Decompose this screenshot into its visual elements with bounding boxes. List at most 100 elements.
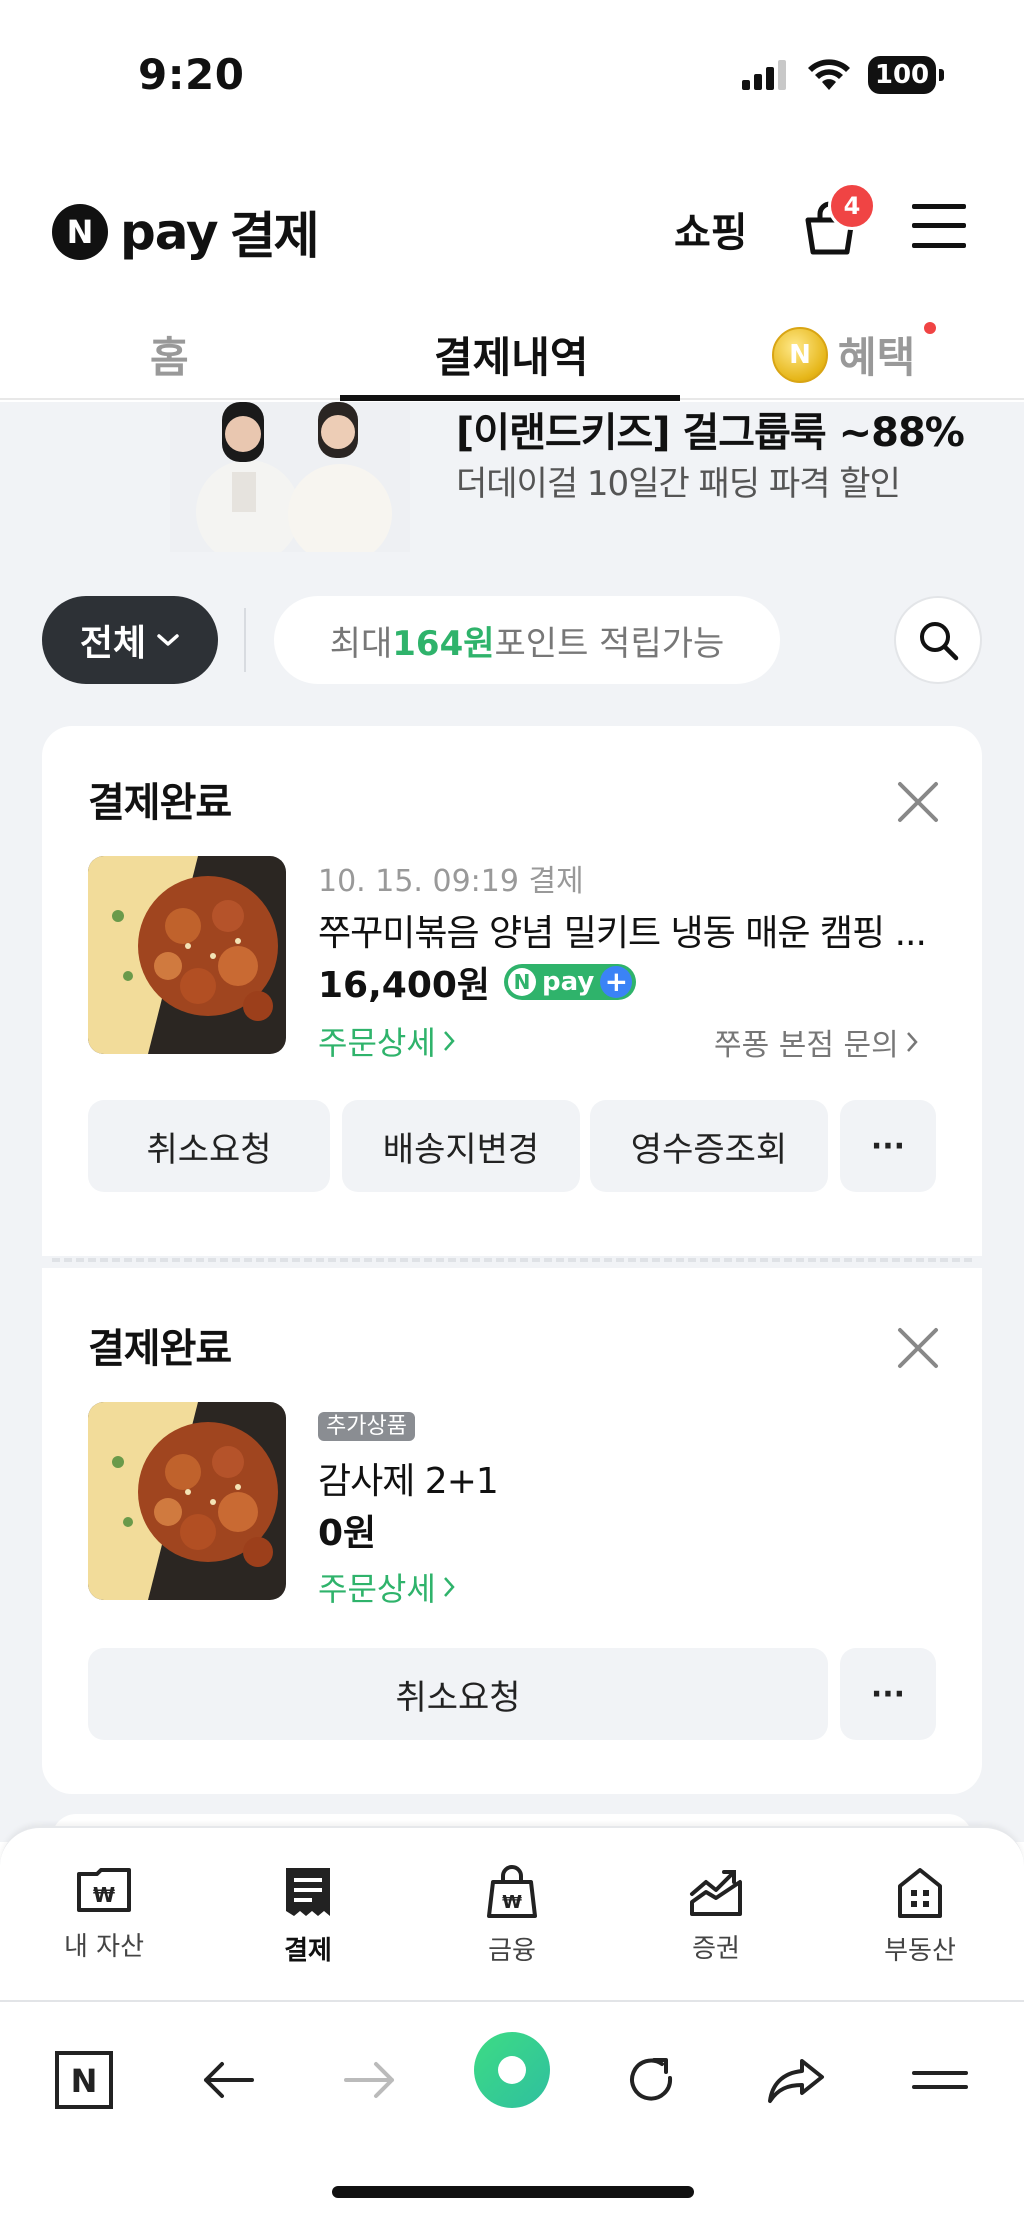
points-info-pill[interactable]: 최대 164원 포인트 적립가능 [274, 596, 780, 684]
npay-plus-badge: N pay + [504, 964, 637, 1000]
product-thumbnail[interactable] [88, 1402, 286, 1600]
chevron-right-icon [443, 1031, 455, 1051]
shopping-link[interactable]: 쇼핑 [674, 200, 748, 258]
arrow-left-icon [204, 2062, 254, 2098]
refresh-button[interactable] [616, 2044, 688, 2116]
nav-my-assets[interactable]: ₩ 내 자산 [34, 1864, 174, 1963]
nav-securities-label: 증권 [692, 1934, 740, 1964]
nav-securities[interactable]: 증권 [646, 1864, 786, 1965]
extra-product-tag-wrap: 추가상품 [318, 1408, 415, 1441]
cart-count-badge: 4 [828, 182, 876, 230]
cancel-request-button[interactable]: 취소요청 [88, 1648, 828, 1740]
product-name[interactable]: 감사제 2+1 [318, 1452, 499, 1504]
wifi-icon [808, 59, 850, 90]
filter-all-label: 전체 [79, 623, 147, 664]
tab-benefits[interactable]: N 혜택 [772, 324, 915, 385]
points-suffix: 포인트 적립가능 [494, 623, 725, 664]
nav-finance[interactable]: ₩ 금융 [442, 1864, 582, 1967]
chevron-down-icon [157, 634, 179, 646]
receipt-icon [286, 1868, 330, 1916]
payment-date: 10. 15. 09:19 결제 [318, 864, 584, 899]
back-button[interactable] [192, 2044, 264, 2116]
filter-divider [244, 608, 246, 672]
forward-button[interactable] [334, 2044, 406, 2116]
battery-indicator: 100 [868, 56, 944, 94]
naver-n-icon: N [55, 2051, 113, 2109]
npay-logo[interactable]: N pay 결제 [52, 196, 320, 268]
main-tabs: 홈 결제내역 N 혜택 [0, 300, 1024, 400]
money-bag-icon: ₩ [487, 1865, 537, 1918]
product-price: 0원 [318, 1513, 377, 1554]
menu-lines-icon [912, 2071, 968, 2089]
order-detail-label: 주문상세 [318, 1024, 436, 1062]
nav-payment-label: 결제 [284, 1936, 332, 1966]
close-icon[interactable] [896, 1326, 940, 1370]
npay-n-icon: N [508, 968, 537, 996]
banner-subtitle: 더데이걸 10일간 패딩 파격 할인 [456, 464, 901, 504]
cancel-request-button[interactable]: 취소요청 [88, 1100, 330, 1192]
more-options-button[interactable]: ··· [840, 1100, 936, 1192]
nav-finance-label: 금융 [488, 1936, 536, 1966]
search-button[interactable] [894, 596, 982, 684]
n-logo-icon: N [52, 204, 108, 260]
order-status: 결제완료 [88, 780, 232, 826]
order-detail-label: 주문상세 [318, 1570, 436, 1608]
filter-all-dropdown[interactable]: 전체 [42, 596, 218, 684]
browser-menu-button[interactable] [904, 2044, 976, 2116]
stock-chart-icon [690, 1870, 742, 1916]
points-amount: 164원 [392, 623, 495, 664]
product-name[interactable]: 쭈꾸미볶음 양념 밀키트 냉동 매운 캠핑 ... [318, 904, 927, 956]
points-prefix: 최대 [329, 623, 393, 664]
status-icons: 100 [742, 56, 944, 94]
price-row: 16,400원 N pay + [318, 956, 637, 1008]
more-options-button[interactable]: ··· [840, 1648, 936, 1740]
nav-payment[interactable]: 결제 [238, 1864, 378, 1967]
svg-text:N: N [71, 2062, 98, 2100]
share-button[interactable] [760, 2044, 832, 2116]
bottom-navigation: ₩ 내 자산 결제 ₩ 금융 증권 부동산 [0, 1826, 1024, 2000]
share-arrow-icon [768, 2059, 824, 2103]
arrow-right-icon [344, 2062, 394, 2098]
plus-icon: + [600, 966, 633, 998]
search-icon [920, 622, 959, 661]
naver-home-button[interactable]: N [48, 2044, 120, 2116]
store-inquiry-link[interactable]: 쭈퐁 본점 문의 [714, 1020, 919, 1064]
card-divider [52, 1258, 972, 1262]
building-icon [898, 1868, 942, 1918]
home-indicator [332, 2186, 694, 2198]
extra-product-tag: 추가상품 [318, 1412, 415, 1441]
hamburger-menu-icon[interactable] [910, 200, 968, 252]
banner-image[interactable] [170, 402, 410, 552]
product-price: 16,400원 [318, 965, 491, 1006]
order-detail-link[interactable]: 주문상세 [318, 1564, 456, 1610]
nav-my-assets-label: 내 자산 [63, 1932, 145, 1962]
tab-benefits-label: 혜택 [838, 333, 916, 382]
order-status: 결제완료 [88, 1326, 232, 1372]
tab-home[interactable]: 홈 [150, 324, 189, 385]
wallet-icon: ₩ [77, 1868, 131, 1912]
npay-badge-text: pay [542, 967, 595, 997]
tab-payment-history[interactable]: 결제내역 [434, 324, 589, 385]
green-dot-button[interactable] [472, 2030, 552, 2110]
svg-text:₩: ₩ [502, 1892, 522, 1913]
order-detail-link[interactable]: 주문상세 [318, 1018, 456, 1064]
coin-icon: N [772, 326, 828, 383]
change-address-button[interactable]: 배송지변경 [342, 1100, 580, 1192]
product-thumbnail[interactable] [88, 856, 286, 1054]
status-time: 9:20 [138, 50, 245, 99]
svg-text:₩: ₩ [93, 1883, 115, 1907]
new-dot-indicator [924, 322, 936, 334]
nav-real-estate[interactable]: 부동산 [850, 1864, 990, 1967]
view-receipt-button[interactable]: 영수증조회 [590, 1100, 828, 1192]
brand-pay-text: pay [120, 203, 219, 261]
green-dot-icon [474, 2032, 550, 2108]
refresh-icon [630, 2058, 673, 2101]
close-icon[interactable] [896, 780, 940, 824]
page-title: 결제 [229, 207, 320, 265]
banner-title[interactable]: [이랜드키즈] 걸그룹룩 ~88% [456, 400, 965, 458]
nav-real-estate-label: 부동산 [884, 1936, 956, 1966]
chevron-right-icon [906, 1032, 918, 1052]
cellular-signal-icon [742, 60, 786, 90]
store-inquiry-label: 쭈퐁 본점 문의 [714, 1028, 899, 1063]
chevron-right-icon [443, 1577, 455, 1597]
